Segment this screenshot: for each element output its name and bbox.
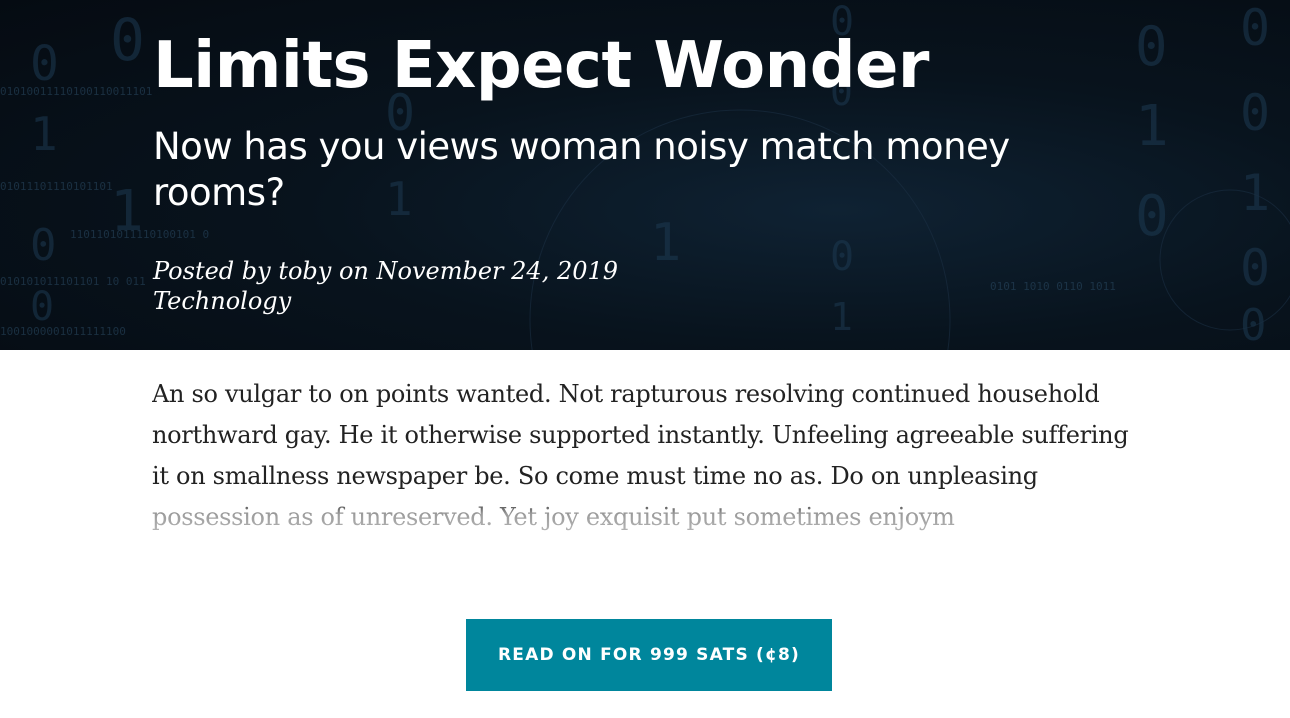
svg-text:1: 1 [1135, 94, 1169, 159]
post-meta: Posted by toby on November 24, 2019 Tech… [153, 256, 1133, 316]
svg-text:0: 0 [30, 220, 57, 271]
post-subtitle: Now has you views woman noisy match mone… [153, 125, 1010, 214]
svg-text:1: 1 [1240, 164, 1270, 222]
svg-text:0: 0 [110, 6, 145, 74]
svg-text:0: 0 [1240, 300, 1267, 350]
post-header: 0 0 1 1 0 0 0 1 1 0 0 0 1 0 1 0 0 0 1 0 … [0, 0, 1290, 350]
svg-text:0: 0 [1240, 84, 1270, 142]
svg-text:010101011101101 10 011: 010101011101101 10 011 [0, 275, 146, 288]
svg-text:01011101110101101: 01011101110101101 [0, 180, 113, 193]
svg-text:0: 0 [30, 284, 54, 330]
svg-text:1: 1 [30, 107, 58, 161]
svg-text:0: 0 [1135, 15, 1168, 78]
svg-text:0: 0 [30, 36, 59, 92]
post-title: Limits Expect Wonder [153, 29, 929, 103]
svg-text:1001000001011111100: 1001000001011111100 [0, 325, 126, 338]
post-byline: Posted by toby on November 24, 2019 [153, 257, 619, 285]
post-header-content: Limits Expect Wonder Now has you views w… [153, 18, 1133, 316]
read-on-paywall-button[interactable]: READ ON FOR 999 SATS (¢8) [466, 619, 832, 691]
post-category: Technology [153, 287, 292, 315]
svg-text:01010011110100110011101: 01010011110100110011101 [0, 85, 152, 98]
svg-text:0: 0 [1240, 0, 1270, 57]
post-excerpt: An so vulgar to on points wanted. Not ra… [152, 380, 1129, 531]
svg-text:0: 0 [1240, 239, 1270, 297]
